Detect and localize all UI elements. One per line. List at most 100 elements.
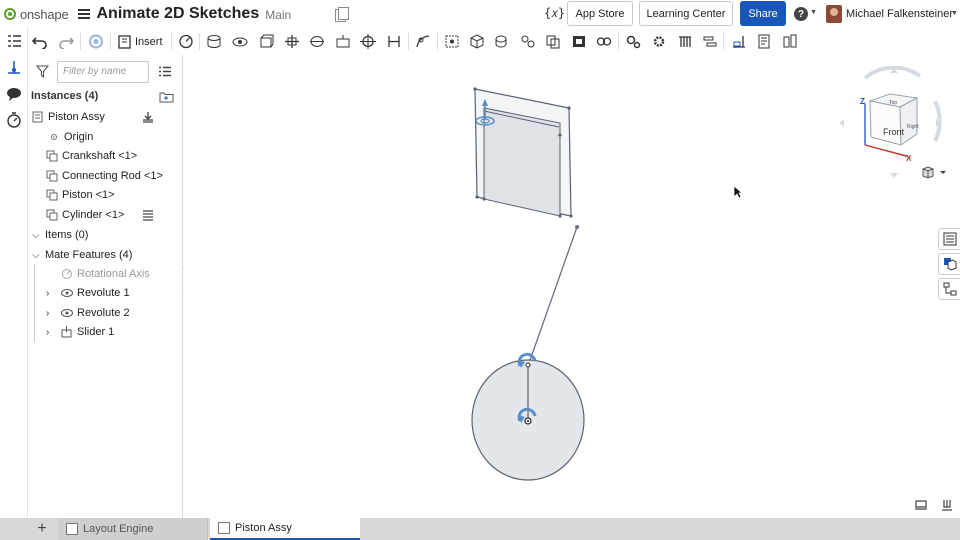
loading-icon [88, 34, 104, 49]
add-tab-button[interactable]: + [30, 518, 54, 540]
filter-icon[interactable] [36, 65, 49, 78]
app-store-button[interactable]: App Store [567, 1, 633, 26]
section-view-icon[interactable] [545, 34, 561, 49]
tree-item-piston-assy[interactable]: Piston Assy [32, 108, 105, 126]
gear-relation-icon[interactable] [625, 34, 641, 49]
variables-icon[interactable]: {𝑥} [544, 6, 565, 21]
comments-icon[interactable] [6, 86, 22, 102]
chevron-down-icon[interactable]: ▼ [951, 10, 958, 17]
tree-item-cylinder[interactable]: Cylinder <1> [46, 206, 124, 224]
part-studio-icon [66, 523, 78, 535]
tree-item-slider-1[interactable]: Slider 1 [61, 323, 114, 341]
rotational-axis-icon[interactable] [178, 34, 194, 49]
assembly-toolbar: Insert [0, 28, 960, 55]
tangent-mate-icon[interactable] [415, 34, 431, 49]
learning-center-button[interactable]: Learning Center [639, 1, 733, 26]
tab-layout-engine[interactable]: Layout Engine [58, 518, 208, 540]
explode-icon[interactable] [571, 34, 587, 49]
filter-input[interactable]: Filter by name [57, 61, 149, 83]
pin-slot-mate-icon[interactable] [335, 34, 351, 49]
screw-relation-icon[interactable] [677, 34, 693, 49]
rack-pinion-icon[interactable] [651, 34, 667, 49]
tree-item-connecting-rod[interactable]: Connecting Rod <1> [46, 167, 163, 185]
ball-mate-icon[interactable] [360, 34, 376, 49]
chevron-down-icon[interactable]: ▼ [810, 9, 817, 16]
undo-icon[interactable] [32, 34, 48, 49]
feature-list-icon[interactable] [6, 33, 22, 49]
cylinder-part[interactable] [473, 87, 573, 218]
slider-mate-icon[interactable] [258, 34, 274, 49]
x-axis-label: X [906, 154, 912, 163]
display-state-icon[interactable] [731, 34, 747, 49]
animation-icon[interactable] [6, 112, 22, 128]
cylindrical-mate-icon[interactable] [309, 34, 325, 49]
tree-item-piston[interactable]: Piston <1> [46, 186, 115, 204]
mate-features-section-title[interactable]: Mate Features (4) [45, 246, 132, 264]
named-position-icon[interactable] [782, 34, 798, 49]
items-section-title[interactable]: Items (0) [45, 226, 88, 244]
onshape-logo[interactable]: onshape [4, 0, 69, 28]
redo-icon[interactable] [58, 34, 74, 49]
user-name[interactable]: Michael Falkensteiner [846, 8, 953, 20]
tab-piston-assy[interactable]: Piston Assy [210, 518, 360, 540]
tree-item-revolute-2[interactable]: Revolute 2 [61, 304, 130, 322]
copy-workspace-icon[interactable] [335, 7, 350, 22]
mate-connector-icon[interactable] [444, 34, 460, 49]
measure-icon[interactable] [596, 34, 612, 49]
chevron-right-icon[interactable]: › [46, 327, 56, 338]
fixed-ground-icon[interactable] [142, 210, 154, 221]
tree-item-label: Connecting Rod <1> [62, 170, 163, 182]
insert-icon[interactable] [117, 34, 133, 49]
part-instance-icon [46, 150, 58, 162]
mate-connector-panel-button[interactable] [938, 278, 960, 300]
render-mode-icon[interactable] [914, 499, 928, 511]
parallel-mate-icon[interactable] [386, 34, 402, 49]
section-tool-icon[interactable] [940, 499, 954, 511]
view-options-icon[interactable] [921, 165, 947, 181]
document-title[interactable]: Animate 2D Sketches [96, 5, 259, 23]
fixed-icon[interactable] [142, 111, 154, 123]
bom-panel-button[interactable] [938, 228, 960, 250]
chevron-right-icon[interactable]: › [46, 288, 56, 299]
planar-mate-icon[interactable] [284, 34, 300, 49]
bom-icon[interactable] [757, 34, 773, 49]
linear-relation-icon[interactable] [702, 34, 718, 49]
tab-label: Layout Engine [83, 523, 154, 535]
appearance-panel-button[interactable] [938, 253, 960, 275]
hamburger-menu-icon[interactable] [78, 9, 91, 19]
arrow-left-icon[interactable] [839, 119, 844, 127]
z-axis-label: Z [860, 97, 865, 106]
insert-button[interactable]: Insert [135, 36, 163, 48]
arrow-down-icon[interactable] [890, 173, 898, 178]
hierarchy-icon [943, 282, 957, 296]
fastened-mate-icon[interactable] [206, 34, 222, 49]
revolute-mate-icon [61, 287, 73, 299]
connecting-rod-part[interactable] [527, 225, 579, 367]
view-cube[interactable]: Front Top Right Z X [835, 65, 945, 181]
tree-item-origin[interactable]: Origin [48, 128, 93, 146]
tree-item-crankshaft[interactable]: Crankshaft <1> [46, 147, 137, 165]
chevron-down-icon[interactable]: ⌵ [32, 250, 42, 261]
list-view-icon[interactable] [159, 66, 171, 77]
new-folder-icon[interactable] [159, 91, 174, 103]
branch-name[interactable]: Main [265, 8, 291, 22]
part-instance-icon [46, 170, 58, 182]
part-instance-icon [46, 209, 58, 221]
assembly-icon [32, 111, 44, 123]
tree-item-revolute-1[interactable]: Revolute 1 [61, 284, 130, 302]
tree-item-label: Revolute 1 [77, 287, 130, 299]
tree-item-rotational-axis[interactable]: Rotational Axis [61, 265, 150, 283]
replicate-icon[interactable] [494, 34, 510, 49]
left-icon-rail [0, 28, 28, 538]
chevron-down-icon[interactable]: ⌵ [32, 230, 42, 241]
rotational-axis-icon [61, 268, 73, 280]
share-button[interactable]: Share [740, 1, 786, 26]
instances-section-title[interactable]: Instances (4) [31, 90, 98, 102]
help-icon[interactable]: ? [794, 7, 808, 21]
group-icon[interactable] [469, 34, 485, 49]
avatar[interactable] [826, 5, 842, 23]
revolute-mate-icon[interactable] [232, 34, 248, 49]
pattern-icon[interactable] [520, 34, 536, 49]
mate-values-icon[interactable] [6, 60, 22, 76]
chevron-right-icon[interactable]: › [46, 308, 56, 319]
